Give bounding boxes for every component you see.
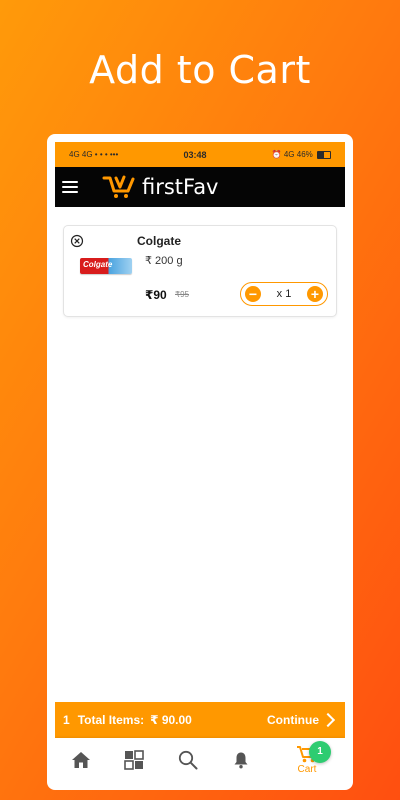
home-icon <box>72 752 90 768</box>
nav-notifications[interactable] <box>215 738 267 782</box>
total-value: ₹ 90.00 <box>150 713 192 727</box>
cart-item-card: Colgate Colgate ₹ 200 g ₹90 ₹95 − x 1 + <box>63 225 337 317</box>
status-time: 03:48 <box>183 149 207 160</box>
battery-icon <box>317 150 331 159</box>
quantity-stepper: − x 1 + <box>240 282 328 306</box>
chevron-right-icon <box>320 712 336 728</box>
cart-label: Cart <box>297 764 317 775</box>
product-image-brand: Colgate <box>83 260 113 269</box>
categories-icon <box>124 750 144 770</box>
continue-button[interactable]: Continue <box>267 712 337 728</box>
status-right: ⏰ 4G 46% <box>217 150 331 159</box>
product-name[interactable]: Colgate <box>137 234 181 248</box>
nav-categories[interactable] <box>108 738 160 782</box>
cart-count-badge: 1 <box>309 741 331 763</box>
product-mrp: ₹95 <box>175 290 189 299</box>
status-left: 4G 4G • • • ••• <box>69 150 119 159</box>
total-items-label: Total Items: <box>77 713 145 727</box>
product-image[interactable]: Colgate <box>80 258 132 274</box>
battery-percent: 46% <box>296 150 313 159</box>
page-headline: Add to Cart <box>89 48 311 92</box>
status-bar: 4G 4G • • • ••• 03:48 ⏰ 4G 46% <box>55 142 345 167</box>
app-screen: 4G 4G • • • ••• 03:48 ⏰ 4G 46% firstFav <box>55 142 345 782</box>
product-price: ₹90 <box>145 288 167 302</box>
app-bar: firstFav <box>55 167 345 207</box>
continue-label: Continue <box>267 713 319 727</box>
item-count: 1 <box>63 713 70 727</box>
remove-item-icon[interactable] <box>70 234 84 248</box>
product-weight: ₹ 200 g <box>145 255 183 267</box>
increase-quantity-button[interactable]: + <box>307 286 323 302</box>
search-icon <box>178 750 198 770</box>
brand-name[interactable]: firstFav <box>142 175 218 199</box>
phone-frame: 4G 4G • • • ••• 03:48 ⏰ 4G 46% firstFav <box>47 134 353 790</box>
status-icons: ⏰ 4G <box>271 150 295 159</box>
bottom-navigation: Cart 1 <box>55 738 345 782</box>
nav-search[interactable] <box>162 738 214 782</box>
cart-logo-icon <box>102 175 135 198</box>
nav-home[interactable] <box>55 738 107 782</box>
hamburger-menu-icon[interactable] <box>62 181 78 193</box>
cart-summary-bar: 1 Total Items: ₹ 90.00 Continue <box>55 702 345 738</box>
bell-icon <box>234 752 248 769</box>
